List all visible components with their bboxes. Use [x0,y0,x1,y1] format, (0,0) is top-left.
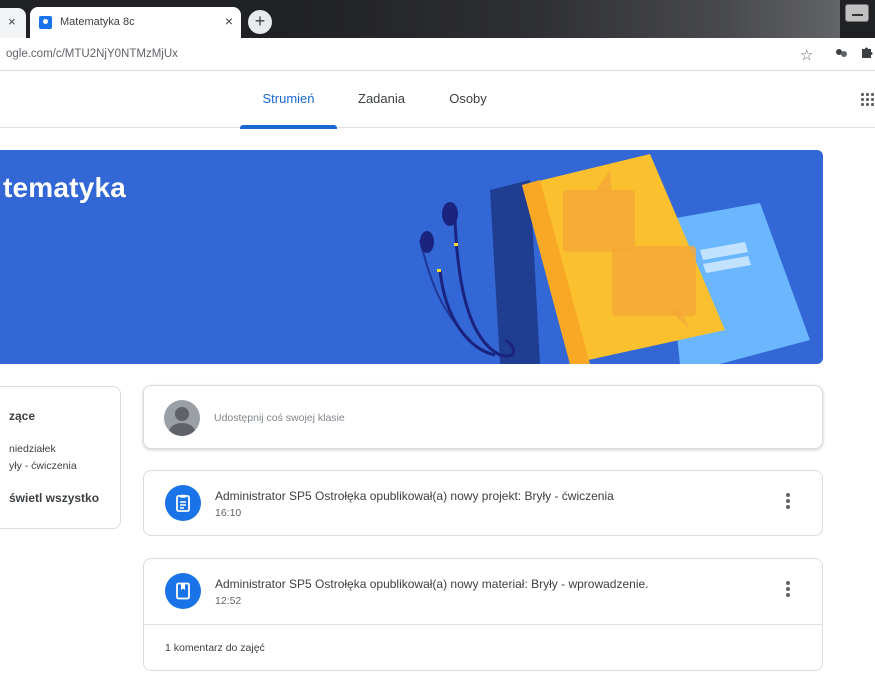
tab-close-icon[interactable]: × [225,13,233,29]
puzzle-icon[interactable] [860,46,873,62]
more-options-icon[interactable] [786,493,790,509]
class-navigation: Strumień Zadania Osoby [0,71,875,129]
class-title: tematyka [3,172,127,203]
tab-people[interactable]: Osoby [433,71,503,128]
more-options-icon[interactable] [786,581,790,597]
material-icon [165,573,201,609]
upcoming-heading: zące [9,409,36,423]
assignment-icon [165,485,201,521]
avatar [164,400,200,436]
address-bar: ogle.com/c/MTU2NjY0NTMzMjUx ☆ [0,38,875,71]
browser-tab-strip: × Matematyka 8c × + [0,0,875,38]
post-time: 12:52 [215,595,242,607]
post-time: 16:10 [215,507,242,519]
share-placeholder: Udostępnij coś swojej klasie [214,412,345,424]
apps-grid-icon[interactable] [861,93,875,107]
upcoming-panel: zące niedziałek yły - ćwiczenia świetl w… [0,386,121,529]
classroom-favicon-icon [39,16,52,29]
view-all-link[interactable]: świetl wszystko [9,491,99,505]
tab-title: Matematyka 8c [60,16,135,28]
active-tab[interactable]: Matematyka 8c × [30,7,241,38]
stream-post[interactable]: Administrator SP5 Ostrołęka opublikował(… [143,558,823,671]
post-title[interactable]: Administrator SP5 Ostrołęka opublikował(… [215,577,649,591]
classroom-page: Strumień Zadania Osoby tematyka zące nie… [0,71,875,684]
minimize-window-button[interactable] [845,4,869,22]
previous-tab[interactable]: × [0,8,26,38]
extension-icon[interactable] [835,46,848,62]
tab-classwork[interactable]: Zadania [348,71,415,128]
new-tab-button[interactable]: + [248,10,272,34]
url-field[interactable]: ogle.com/c/MTU2NjY0NTMzMjUx [0,38,826,71]
tab-stream[interactable]: Strumień [240,71,337,129]
share-with-class-box[interactable]: Udostępnij coś swojej klasie [143,385,823,449]
divider [144,624,822,625]
stream-post[interactable]: Administrator SP5 Ostrołęka opublikował(… [143,470,823,536]
star-icon[interactable]: ☆ [800,46,813,64]
previous-tab-close-icon[interactable]: × [8,14,16,29]
post-title[interactable]: Administrator SP5 Ostrołęka opublikował(… [215,489,614,503]
class-comments-link[interactable]: 1 komentarz do zajęć [165,642,265,654]
upcoming-item[interactable]: yły - ćwiczenia [9,460,77,472]
tab-strip-background [280,0,840,38]
upcoming-item[interactable]: niedziałek [9,443,56,455]
class-banner: tematyka [0,150,823,364]
